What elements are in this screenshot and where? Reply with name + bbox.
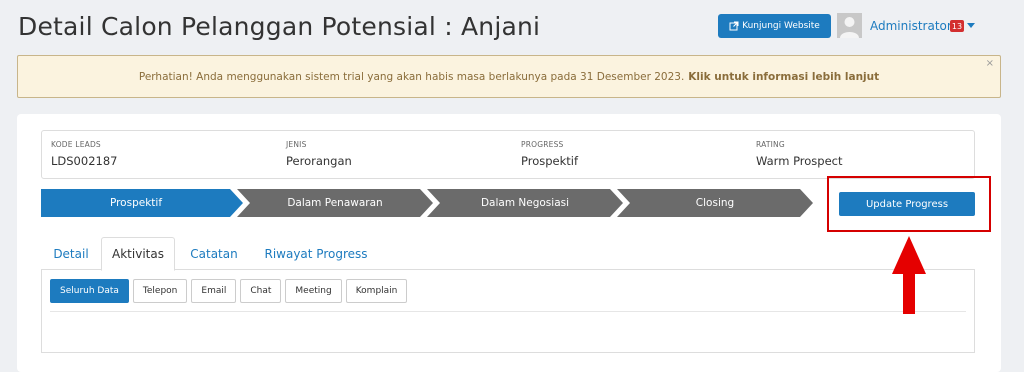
activity-filters: Seluruh Data Telepon Email Chat Meeting … xyxy=(50,279,408,303)
stage-label-prospektif: Prospektif xyxy=(109,197,163,209)
panel-divider xyxy=(50,311,966,312)
visit-website-label: Kunjungi Website xyxy=(742,21,820,31)
info-label: PROGRESS xyxy=(521,140,564,149)
stage-label-dalam-penawaran: Dalam Penawaran xyxy=(287,197,383,209)
filter-meeting[interactable]: Meeting xyxy=(285,279,342,303)
tab-aktivitas[interactable]: Aktivitas xyxy=(101,237,175,271)
avatar[interactable] xyxy=(837,13,862,38)
alert-info-link[interactable]: Klik untuk informasi lebih lanjut xyxy=(688,71,879,83)
filter-komplain[interactable]: Komplain xyxy=(345,279,408,303)
alert-message: Perhatian! Anda menggunakan sistem trial… xyxy=(138,70,685,83)
info-rating: RATING Warm Prospect xyxy=(756,140,843,168)
visit-website-button[interactable]: Kunjungi Website xyxy=(718,14,831,38)
user-silhouette-icon xyxy=(840,17,859,38)
close-icon[interactable]: × xyxy=(986,58,994,69)
filter-chat[interactable]: Chat xyxy=(240,279,282,303)
filter-email[interactable]: Email xyxy=(191,279,237,303)
info-value: Warm Prospect xyxy=(756,154,843,168)
aktivitas-panel: Seluruh Data Telepon Email Chat Meeting … xyxy=(41,270,975,353)
info-label: KODE LEADS xyxy=(51,140,101,149)
page-title: Detail Calon Pelanggan Potensial : Anjan… xyxy=(18,12,541,41)
info-progress: PROGRESS Prospektif xyxy=(521,140,578,168)
tab-catatan[interactable]: Catatan xyxy=(181,237,247,270)
notification-badge[interactable]: 13 xyxy=(950,20,964,32)
stage-label-dalam-negosiasi: Dalam Negosiasi xyxy=(480,197,570,209)
info-value: Perorangan xyxy=(286,154,352,168)
lead-info-box: KODE LEADS LDS002187 JENIS Perorangan PR… xyxy=(41,130,975,179)
update-progress-button[interactable]: Update Progress xyxy=(839,192,975,216)
external-link-icon xyxy=(729,21,739,31)
user-menu-name[interactable]: Administrator xyxy=(870,19,952,33)
filter-telepon[interactable]: Telepon xyxy=(132,279,188,303)
filter-seluruh-data[interactable]: Seluruh Data xyxy=(50,279,129,303)
info-jenis: JENIS Perorangan xyxy=(286,140,352,168)
lead-detail-card: KODE LEADS LDS002187 JENIS Perorangan PR… xyxy=(17,114,1001,372)
tab-riwayat-progress[interactable]: Riwayat Progress xyxy=(255,237,377,270)
progress-stages: Prospektif Dalam Penawaran Dalam Negosia… xyxy=(41,189,813,217)
tab-detail[interactable]: Detail xyxy=(45,237,97,270)
info-value: Prospektif xyxy=(521,154,579,168)
stage-label-closing: Closing xyxy=(695,197,735,209)
info-label: JENIS xyxy=(286,140,307,149)
chevron-down-icon[interactable] xyxy=(967,23,975,28)
info-kode-leads: KODE LEADS LDS002187 xyxy=(51,140,117,168)
detail-tabs: Detail Aktivitas Catatan Riwayat Progres… xyxy=(41,237,975,271)
info-label: RATING xyxy=(756,140,785,149)
red-arrow-icon xyxy=(892,236,926,314)
info-value: LDS002187 xyxy=(51,154,118,168)
trial-alert: Perhatian! Anda menggunakan sistem trial… xyxy=(17,55,1001,98)
